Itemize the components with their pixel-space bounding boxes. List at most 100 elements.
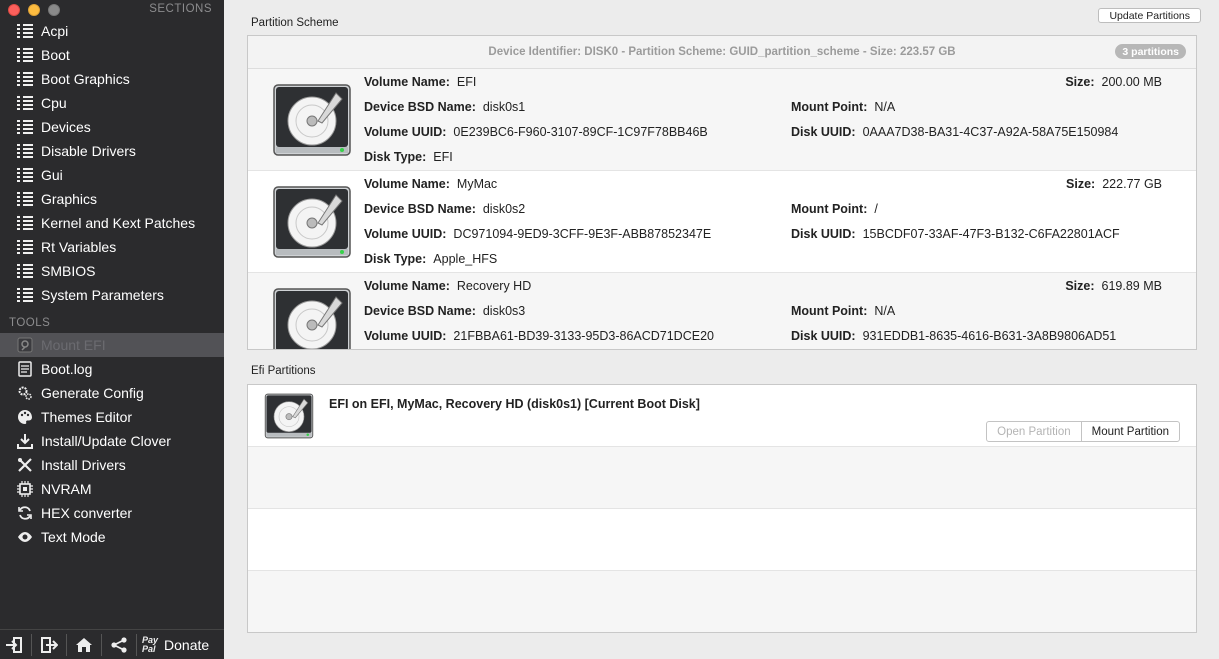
window-close-button[interactable]	[8, 4, 20, 16]
size-value: 200.00 MB	[1101, 75, 1162, 89]
disk-uuid-label: Disk UUID:	[791, 329, 856, 343]
disk-uuid-value: 931EDDB1-8635-4616-B631-3A8B9806AD51	[862, 329, 1117, 343]
sidebar-item-system-parameters[interactable]: System Parameters	[0, 283, 224, 307]
volume-uuid-value: 0E239BC6-F960-3107-89CF-1C97F78BB46B	[453, 125, 708, 139]
sidebar-item-kernel-and-kext-patches[interactable]: Kernel and Kext Patches	[0, 211, 224, 235]
disk-type-value: EFI	[433, 150, 453, 164]
disk-uuid-value: 0AAA7D38-BA31-4C37-A92A-58A75E150984	[862, 125, 1119, 139]
volume-name: Volume Name: EFI	[364, 75, 476, 89]
sidebar-item-smbios[interactable]: SMBIOS	[0, 259, 224, 283]
disk-type-value: Apple_HFS	[433, 252, 498, 266]
sidebar-item-boot[interactable]: Boot	[0, 43, 224, 67]
volume-row[interactable]: Volume Name: MyMac Device BSD Name: disk0s2…	[248, 171, 1196, 273]
paypal-logo: Pay Pal	[142, 635, 158, 654]
import-button[interactable]	[0, 631, 28, 659]
tools-icon	[16, 456, 34, 474]
volume-row[interactable]: Volume Name: EFI Device BSD Name: disk0s1 Vo…	[248, 69, 1196, 171]
mount-point-value: N/A	[874, 100, 896, 114]
efi-partition-title: EFI on EFI, MyMac, Recovery HD (disk0s1)…	[329, 397, 700, 411]
size-label: Size:	[1065, 75, 1095, 89]
sidebar-item-graphics[interactable]: Graphics	[0, 187, 224, 211]
scheme-header: Device Identifier: DISK0 - Partition Sch…	[248, 36, 1196, 69]
divider	[101, 633, 102, 656]
sidebar: SECTIONS Acpi Boot Boot Graphics Cpu Devices…	[0, 0, 224, 659]
bsd-name-value: disk0s3	[482, 304, 526, 318]
window-minimize-button[interactable]	[28, 4, 40, 16]
sidebar-item-rt-variables[interactable]: Rt Variables	[0, 235, 224, 259]
partition-scheme-box: Device Identifier: DISK0 - Partition Sch…	[247, 35, 1197, 350]
size-label: Size:	[1066, 177, 1096, 191]
open-partition-button[interactable]: Open Partition	[987, 422, 1082, 441]
mount-partition-button[interactable]: Mount Partition	[1082, 422, 1179, 441]
list-icon	[16, 190, 34, 208]
divider	[31, 633, 32, 656]
tool-item-generate-config[interactable]: Generate Config	[0, 381, 224, 405]
sidebar-item-disable-drivers[interactable]: Disable Drivers	[0, 139, 224, 163]
tool-item-label: Mount EFI	[41, 337, 106, 353]
tool-item-mount-efi[interactable]: Mount EFI	[0, 333, 224, 357]
share-button[interactable]	[105, 631, 133, 659]
volume-uuid-value: DC971094-9ED9-3CFF-9E3F-ABB87852347E	[453, 227, 712, 241]
tool-item-text-mode[interactable]: Text Mode	[0, 525, 224, 549]
home-icon	[76, 637, 92, 652]
list-icon	[16, 214, 34, 232]
update-partitions-button[interactable]: Update Partitions	[1098, 8, 1201, 23]
volume-row[interactable]: Volume Name: Recovery HD Device BSD Name: d…	[248, 273, 1196, 349]
scheme-header-text: Device Identifier: DISK0 - Partition Sch…	[488, 46, 956, 58]
sidebar-item-devices[interactable]: Devices	[0, 115, 224, 139]
disk-type: Disk Type: EFI	[364, 150, 453, 164]
mount-point: Mount Point: N/A	[791, 100, 895, 114]
donate-button[interactable]: Pay Pal Donate	[142, 635, 209, 654]
list-icon	[16, 22, 34, 40]
mount-point: Mount Point: /	[791, 202, 878, 216]
list-icon	[16, 70, 34, 88]
paypal-logo-bottom: Pal	[142, 643, 156, 654]
list-icon	[16, 262, 34, 280]
divider	[136, 633, 137, 656]
volume-name: Volume Name: MyMac	[364, 177, 497, 191]
export-button[interactable]	[35, 631, 63, 659]
partition-scheme-label: Partition Scheme	[251, 17, 339, 29]
chip-icon	[16, 480, 34, 498]
log-icon	[16, 360, 34, 378]
tool-item-boot-log[interactable]: Boot.log	[0, 357, 224, 381]
volume-uuid: Volume UUID: DC971094-9ED9-3CFF-9E3F-ABB8…	[364, 227, 711, 241]
partition-count-badge: 3 partitions	[1115, 44, 1186, 59]
hard-disk-icon	[264, 390, 314, 442]
disk-uuid-value: 15BCDF07-33AF-47F3-B132-C6FA22801ACF	[862, 227, 1120, 241]
efi-partitions-box: EFI on EFI, MyMac, Recovery HD (disk0s1)…	[247, 384, 1197, 633]
home-button[interactable]	[70, 631, 98, 659]
window-zoom-button[interactable]	[48, 4, 60, 16]
tool-item-install-drivers[interactable]: Install Drivers	[0, 453, 224, 477]
volume-uuid-label: Volume UUID:	[364, 125, 447, 139]
tool-item-themes-editor[interactable]: Themes Editor	[0, 405, 224, 429]
efi-partition-row[interactable]: EFI on EFI, MyMac, Recovery HD (disk0s1)…	[248, 385, 1196, 447]
size: Size: 619.89 MB	[1065, 279, 1162, 293]
bsd-name: Device BSD Name: disk0s1	[364, 100, 525, 114]
volume-name-value: EFI	[456, 75, 477, 89]
disk-uuid: Disk UUID: 15BCDF07-33AF-47F3-B132-C6FA22…	[791, 227, 1120, 241]
volume-name-value: Recovery HD	[456, 279, 532, 293]
bsd-name: Device BSD Name: disk0s2	[364, 202, 525, 216]
tool-item-hex-converter[interactable]: HEX converter	[0, 501, 224, 525]
sidebar-item-label: Graphics	[41, 191, 98, 207]
volume-name-value: MyMac	[456, 177, 498, 191]
sidebar-item-cpu[interactable]: Cpu	[0, 91, 224, 115]
sidebar-item-label: Cpu	[41, 95, 67, 111]
disk-uuid: Disk UUID: 0AAA7D38-BA31-4C37-A92A-58A75E…	[791, 125, 1118, 139]
size: Size: 222.77 GB	[1066, 177, 1162, 191]
refresh-icon	[16, 504, 34, 522]
tool-item-nvram[interactable]: NVRAM	[0, 477, 224, 501]
sidebar-item-acpi[interactable]: Acpi	[0, 19, 224, 43]
empty-row	[248, 447, 1196, 509]
tool-item-label: HEX converter	[41, 505, 133, 521]
import-icon	[6, 636, 22, 653]
size: Size: 200.00 MB	[1065, 75, 1162, 89]
tool-item-install-update-clover[interactable]: Install/Update Clover	[0, 429, 224, 453]
sidebar-item-boot-graphics[interactable]: Boot Graphics	[0, 67, 224, 91]
volume-uuid: Volume UUID: 0E239BC6-F960-3107-89CF-1C97…	[364, 125, 708, 139]
bsd-name-label: Device BSD Name:	[364, 304, 476, 318]
sidebar-item-gui[interactable]: Gui	[0, 163, 224, 187]
bsd-name-value: disk0s1	[482, 100, 526, 114]
disk-uuid-label: Disk UUID:	[791, 227, 856, 241]
